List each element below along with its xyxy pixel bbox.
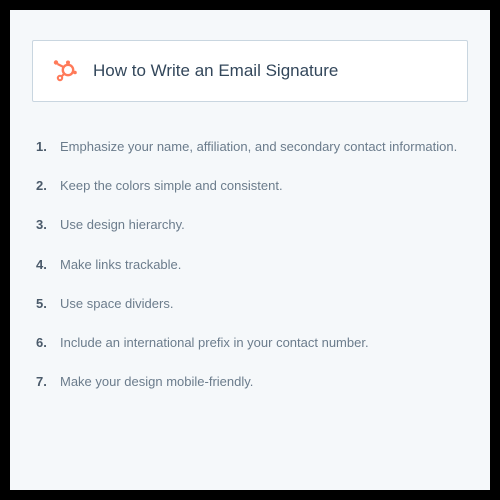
list-text: Keep the colors simple and consistent. — [60, 177, 283, 195]
list-item: 1. Emphasize your name, affiliation, and… — [36, 138, 464, 156]
content-card: How to Write an Email Signature 1. Empha… — [10, 10, 490, 490]
list-text: Include an international prefix in your … — [60, 334, 369, 352]
list-number: 1. — [36, 138, 50, 156]
hubspot-logo-icon — [53, 59, 77, 83]
list-text: Make links trackable. — [60, 256, 181, 274]
list-item: 5. Use space dividers. — [36, 295, 464, 313]
list-number: 5. — [36, 295, 50, 313]
list-number: 3. — [36, 216, 50, 234]
list-item: 2. Keep the colors simple and consistent… — [36, 177, 464, 195]
list-text: Use design hierarchy. — [60, 216, 185, 234]
list-number: 2. — [36, 177, 50, 195]
list-text: Make your design mobile-friendly. — [60, 373, 253, 391]
list-item: 4. Make links trackable. — [36, 256, 464, 274]
list-item: 6. Include an international prefix in yo… — [36, 334, 464, 352]
page-title: How to Write an Email Signature — [93, 61, 338, 81]
list-number: 6. — [36, 334, 50, 352]
list-number: 4. — [36, 256, 50, 274]
title-box: How to Write an Email Signature — [32, 40, 468, 102]
list-text: Emphasize your name, affiliation, and se… — [60, 138, 457, 156]
list-number: 7. — [36, 373, 50, 391]
steps-list: 1. Emphasize your name, affiliation, and… — [32, 138, 468, 391]
list-text: Use space dividers. — [60, 295, 173, 313]
list-item: 7. Make your design mobile-friendly. — [36, 373, 464, 391]
list-item: 3. Use design hierarchy. — [36, 216, 464, 234]
